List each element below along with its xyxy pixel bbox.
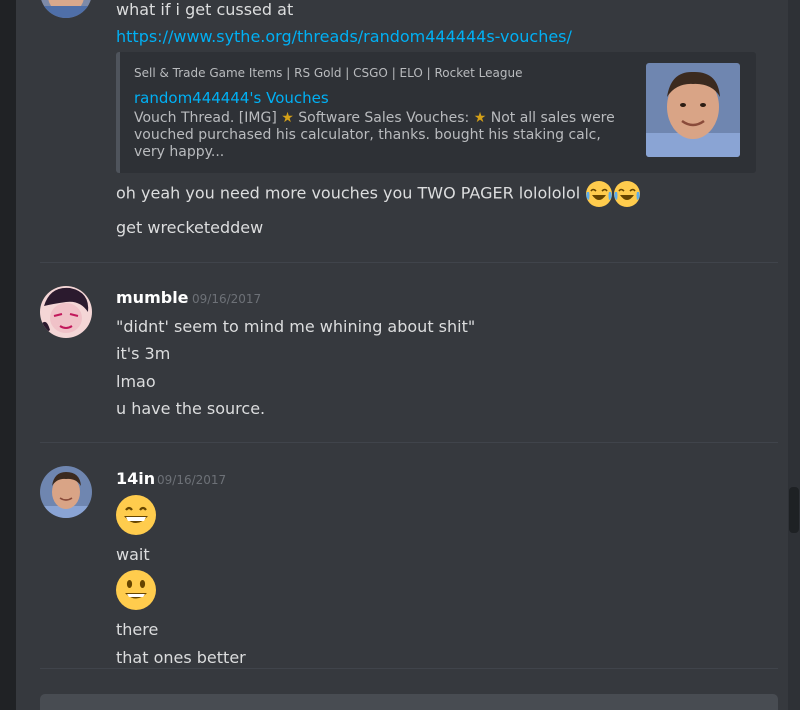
grinning-emoji-icon xyxy=(115,494,157,536)
embed-title[interactable]: random444444's Vouches xyxy=(134,89,329,107)
chat-panel: what if i get cussed at https://www.syth… xyxy=(16,0,800,710)
laughing-emoji-icon xyxy=(613,180,641,208)
smiley-emoji-icon xyxy=(115,569,157,611)
message-text: lmao xyxy=(116,372,156,391)
scrollbar-track[interactable] xyxy=(788,0,800,710)
timestamp: 09/16/2017 xyxy=(192,292,262,306)
avatar[interactable] xyxy=(40,466,92,518)
embed-description: Vouch Thread. [IMG] ★ Software Sales Vou… xyxy=(134,110,615,160)
message-text: oh yeah you need more vouches you TWO PA… xyxy=(116,180,641,208)
message-divider xyxy=(40,442,778,443)
laughing-emoji-icon xyxy=(585,180,613,208)
star-icon: ★ xyxy=(473,110,487,126)
message-text: what if i get cussed at xyxy=(116,0,294,19)
message-text: that ones better xyxy=(116,648,246,667)
embed-thumbnail[interactable] xyxy=(646,63,740,157)
message-text: it's 3m xyxy=(116,344,171,363)
message-text: there xyxy=(116,620,159,639)
avatar[interactable] xyxy=(40,286,92,338)
message-link[interactable]: https://www.sythe.org/threads/random4444… xyxy=(116,27,572,46)
username[interactable]: 14in xyxy=(116,469,155,488)
avatar[interactable] xyxy=(40,0,92,18)
star-icon: ★ xyxy=(281,110,294,126)
message-divider xyxy=(40,262,778,263)
message-text: get wrecketeddew xyxy=(116,218,264,237)
message-text: wait xyxy=(116,545,150,564)
message-text: "didnt' seem to mind me whining about sh… xyxy=(116,317,476,336)
message-divider xyxy=(40,668,778,669)
link-embed: Sell & Trade Game Items | RS Gold | CSGO… xyxy=(116,52,756,173)
message-text: u have the source. xyxy=(116,399,266,418)
message-input[interactable] xyxy=(40,694,778,710)
timestamp: 09/16/2017 xyxy=(157,473,227,487)
scrollbar-thumb[interactable] xyxy=(789,487,799,533)
username[interactable]: mumble xyxy=(116,288,189,307)
embed-provider: Sell & Trade Game Items | RS Gold | CSGO… xyxy=(134,66,523,80)
